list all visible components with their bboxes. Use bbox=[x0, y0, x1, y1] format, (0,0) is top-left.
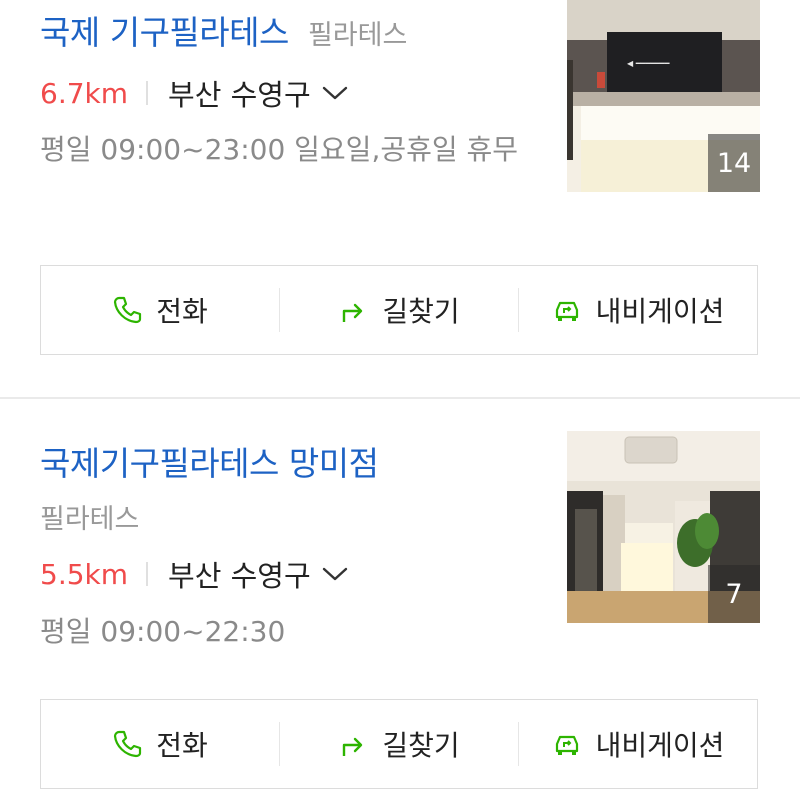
photo-count-badge: 7 bbox=[708, 565, 760, 623]
navigation-label: 내비게이션 bbox=[595, 295, 725, 328]
navigation-button[interactable]: 내비게이션 bbox=[519, 700, 757, 788]
call-label: 전화 bbox=[156, 729, 208, 762]
place-card[interactable]: 국제기구필라테스 망미점 필라테스 5.5km 부산 수영구 평일 09:00~… bbox=[0, 399, 800, 800]
place-meta-row: 5.5km 부산 수영구 bbox=[40, 553, 349, 595]
directions-button[interactable]: 길찾기 bbox=[280, 700, 518, 788]
directions-arrow-icon bbox=[343, 737, 363, 756]
search-results-list: 국제 기구필라테스 필라테스 6.7km 부산 수영구 평일 09:00~23:… bbox=[0, 0, 800, 800]
photo-count-badge: 14 bbox=[708, 134, 760, 192]
place-photo[interactable]: 7 bbox=[567, 431, 760, 623]
place-card[interactable]: 국제 기구필라테스 필라테스 6.7km 부산 수영구 평일 09:00~23:… bbox=[0, 0, 800, 397]
phone-icon bbox=[114, 730, 142, 758]
action-bar: 전화 길찾기 내비게이션 bbox=[40, 699, 758, 789]
meta-divider bbox=[146, 81, 149, 105]
business-hours: 평일 09:00~22:30 bbox=[40, 615, 286, 648]
place-title-row: 국제 기구필라테스 필라테스 bbox=[40, 6, 407, 54]
place-category: 필라테스 bbox=[40, 504, 140, 535]
call-button[interactable]: 전화 bbox=[41, 700, 279, 788]
chevron-down-icon[interactable] bbox=[321, 564, 349, 584]
place-category: 필라테스 bbox=[307, 20, 408, 51]
region-dropdown-label[interactable]: 부산 수영구 bbox=[168, 553, 311, 595]
svg-text:◀ ━━━━━━━: ◀ ━━━━━━━ bbox=[627, 59, 670, 68]
directions-label: 길찾기 bbox=[382, 729, 460, 762]
place-name[interactable]: 국제기구필라테스 망미점 bbox=[40, 444, 379, 483]
directions-button[interactable]: 길찾기 bbox=[280, 266, 518, 354]
navigation-button[interactable]: 내비게이션 bbox=[519, 266, 757, 354]
directions-label: 길찾기 bbox=[382, 295, 460, 328]
place-name[interactable]: 국제 기구필라테스 bbox=[40, 13, 289, 52]
distance-label: 5.5km bbox=[40, 557, 129, 591]
navigation-label: 내비게이션 bbox=[595, 729, 725, 762]
region-dropdown-label[interactable]: 부산 수영구 bbox=[168, 72, 311, 114]
meta-divider bbox=[146, 562, 149, 586]
chevron-down-icon[interactable] bbox=[321, 83, 349, 103]
place-photo[interactable]: ◀ ━━━━━━━ 14 bbox=[567, 0, 760, 192]
place-title-row: 국제기구필라테스 망미점 bbox=[40, 437, 379, 485]
car-navigation-icon bbox=[555, 301, 578, 321]
car-navigation-icon bbox=[555, 735, 578, 755]
call-button[interactable]: 전화 bbox=[41, 266, 279, 354]
call-label: 전화 bbox=[156, 295, 208, 328]
phone-icon bbox=[114, 296, 142, 324]
business-hours: 평일 09:00~23:00 일요일,공휴일 휴무 bbox=[40, 133, 519, 166]
place-meta-row: 6.7km 부산 수영구 bbox=[40, 72, 349, 114]
action-bar: 전화 길찾기 내비게이션 bbox=[40, 265, 758, 355]
directions-arrow-icon bbox=[343, 303, 363, 322]
distance-label: 6.7km bbox=[40, 76, 129, 110]
